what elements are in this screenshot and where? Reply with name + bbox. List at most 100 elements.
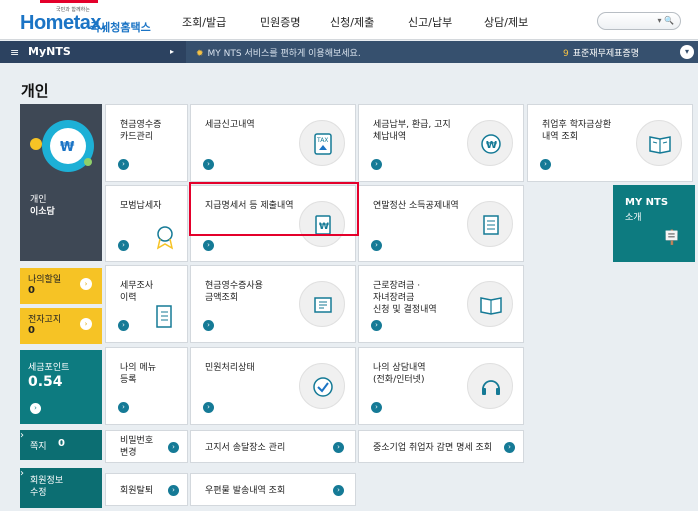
tile-consult-history[interactable]: 나의 상담내역 (전화/인터넷) › bbox=[358, 347, 524, 425]
tile-mail-label: 우편물 발송내역 조회 bbox=[205, 486, 286, 496]
arrow-right-icon: › bbox=[80, 318, 92, 330]
arrow-right-icon: › bbox=[371, 240, 382, 251]
tile-civil-status-label: 민원처리상태 bbox=[205, 363, 255, 373]
profile-illustration-icon: ₩ bbox=[30, 120, 94, 172]
e-notice-card[interactable]: 전자고지 0 › bbox=[20, 308, 102, 344]
headset-icon bbox=[467, 363, 513, 409]
arrow-right-icon: › bbox=[118, 320, 129, 331]
tile-payment-label: 세금납부, 환급, 고지 체납내역 bbox=[373, 120, 451, 142]
arrow-right-icon: › bbox=[203, 159, 214, 170]
check-circle-icon bbox=[299, 363, 345, 409]
todo-label: 나의할일 bbox=[28, 275, 62, 285]
tile-withdraw-label: 회원탈퇴 bbox=[120, 486, 154, 496]
tile-tax-report-label: 세금신고내역 bbox=[205, 120, 255, 130]
arrow-right-icon: › bbox=[504, 442, 515, 453]
gnb-report[interactable]: 신고/납부 bbox=[408, 14, 452, 30]
tile-my-menu[interactable]: 나의 메뉴 등록 › bbox=[105, 347, 188, 425]
arrow-right-icon: › bbox=[203, 402, 214, 413]
arrow-right-icon: › bbox=[333, 442, 344, 453]
tile-tax-audit[interactable]: 세무조사 이력 › bbox=[105, 265, 188, 343]
gnb-certificate[interactable]: 민원증명 bbox=[260, 14, 300, 30]
tile-model-taxpayer-label: 모범납세자 bbox=[120, 201, 162, 211]
todo-count: 0 bbox=[28, 285, 35, 296]
note-count: 0 bbox=[58, 438, 65, 449]
caret-right-icon: ▸ bbox=[170, 47, 175, 56]
gnb-consult[interactable]: 상담/제보 bbox=[484, 14, 528, 30]
search-input[interactable]: ▾ 🔍 bbox=[597, 12, 681, 30]
tile-model-taxpayer[interactable]: 모범납세자 › bbox=[105, 185, 188, 262]
mynts-menu-toggle[interactable]: ≡ MyNTS ▸ bbox=[0, 41, 186, 63]
svg-text:TAX: TAX bbox=[316, 137, 328, 144]
tile-mail[interactable]: 우편물 발송내역 조회 › bbox=[190, 473, 356, 506]
tile-address[interactable]: 고지서 송달장소 관리 › bbox=[190, 430, 356, 463]
arrow-right-icon: › bbox=[30, 403, 41, 414]
arrow-right-icon: › bbox=[371, 320, 382, 331]
tile-cash-receipt-label: 현금영수증 카드관리 bbox=[120, 120, 162, 142]
highlight-frame bbox=[189, 182, 359, 236]
chevron-down-icon[interactable]: ▾ bbox=[680, 45, 694, 59]
arrow-right-icon: › bbox=[20, 468, 24, 479]
tile-password-label: 비밀번호 변경 bbox=[120, 436, 154, 458]
logo-korean: 국세청홈택스 bbox=[90, 21, 151, 34]
arrow-right-icon: › bbox=[540, 159, 551, 170]
arrow-right-icon: › bbox=[333, 485, 344, 496]
arrow-right-icon: › bbox=[203, 240, 214, 251]
gnb-apply[interactable]: 신청/제출 bbox=[330, 14, 374, 30]
quick-link-label: 표준재무제표증명 bbox=[572, 49, 639, 59]
tile-address-label: 고지서 송달장소 관리 bbox=[205, 443, 286, 453]
profile-card: ₩ 개인 이소담 bbox=[20, 104, 102, 261]
note-label: 쪽지 bbox=[30, 442, 47, 452]
medal-icon bbox=[156, 226, 174, 250]
quick-link-number: 9 bbox=[563, 49, 569, 59]
todo-card[interactable]: 나의할일 0 › bbox=[20, 268, 102, 304]
tile-password[interactable]: 비밀번호 변경 › bbox=[105, 430, 188, 463]
tile-payment[interactable]: 세금납부, 환급, 고지 체납내역 › ₩ bbox=[358, 104, 524, 182]
tile-student-loan[interactable]: 취업후 학자금상환 내역 조회 › bbox=[527, 104, 693, 182]
arrow-right-icon: › bbox=[168, 485, 179, 496]
section-title: 개인 bbox=[21, 82, 49, 100]
receipt-list-icon bbox=[467, 201, 513, 247]
won-coin-icon: ₩ bbox=[467, 120, 513, 166]
top-accent-bar bbox=[40, 0, 98, 3]
arrow-right-icon: › bbox=[371, 159, 382, 170]
member-info-label: 회원정보 수정 bbox=[30, 476, 64, 498]
arrow-right-icon: › bbox=[371, 402, 382, 413]
tile-earned-incentive[interactable]: 근로장려금 · 자녀장려금 신청 및 결정내역 › bbox=[358, 265, 524, 343]
tax-points-label: 세금포인트 bbox=[28, 363, 70, 373]
tile-civil-status[interactable]: 민원처리상태 › bbox=[190, 347, 356, 425]
search-dropdown-icon[interactable]: ▾ 🔍 bbox=[657, 16, 674, 25]
tile-year-end-label: 연말정산 소득공제내역 bbox=[373, 201, 459, 211]
tile-sme-label: 중소기업 취업자 감면 명세 조회 bbox=[373, 443, 493, 453]
svg-text:₩: ₩ bbox=[60, 140, 75, 155]
mynts-intro-sub: 소개 bbox=[625, 213, 642, 223]
mynts-intro-card[interactable]: MY NTS 소개 🪧 bbox=[613, 185, 695, 262]
tile-student-loan-label: 취업후 학자금상환 내역 조회 bbox=[542, 120, 612, 142]
open-book-icon bbox=[636, 120, 682, 166]
tile-year-end[interactable]: 연말정산 소득공제내역 › bbox=[358, 185, 524, 262]
gear-icon: ✹ bbox=[196, 49, 204, 59]
arrow-right-icon: › bbox=[118, 402, 129, 413]
mynts-intro-title: MY NTS bbox=[625, 197, 669, 208]
member-info-card[interactable]: 회원정보 수정 › bbox=[20, 468, 102, 508]
signpost-icon: 🪧 bbox=[663, 230, 681, 246]
note-card[interactable]: 쪽지 0 › bbox=[20, 430, 102, 460]
open-book-icon bbox=[467, 281, 513, 327]
tile-tax-report[interactable]: 세금신고내역 › TAX bbox=[190, 104, 356, 182]
quick-link[interactable]: 9 표준재무제표증명 bbox=[563, 46, 639, 59]
tile-cash-receipt[interactable]: 현금영수증 카드관리 › bbox=[105, 104, 188, 182]
tax-points-card[interactable]: 세금포인트 0.54 › bbox=[20, 350, 102, 424]
tile-cash-usage[interactable]: 현금영수증사용 금액조회 › bbox=[190, 265, 356, 343]
gnb-inquiry[interactable]: 조회/발급 bbox=[182, 14, 226, 30]
tax-points-value: 0.54 bbox=[28, 374, 63, 390]
tile-tax-audit-label: 세무조사 이력 bbox=[120, 281, 154, 303]
e-notice-label: 전자고지 bbox=[28, 315, 62, 325]
notebook-icon bbox=[156, 305, 172, 328]
mynts-nav-bar: ≡ MyNTS ▸ ✹ MY NTS 서비스를 편하게 이용해보세요. 9 표준재무… bbox=[0, 41, 698, 63]
tile-sme[interactable]: 중소기업 취업자 감면 명세 조회 › bbox=[358, 430, 524, 463]
mynts-message-text: MY NTS 서비스를 편하게 이용해보세요. bbox=[207, 49, 361, 59]
hamburger-icon: ≡ bbox=[10, 46, 20, 59]
mynts-message: ✹ MY NTS 서비스를 편하게 이용해보세요. bbox=[196, 46, 361, 59]
svg-text:₩: ₩ bbox=[486, 140, 497, 151]
tile-my-menu-label: 나의 메뉴 등록 bbox=[120, 363, 156, 385]
tile-withdraw[interactable]: 회원탈퇴 › bbox=[105, 473, 188, 506]
